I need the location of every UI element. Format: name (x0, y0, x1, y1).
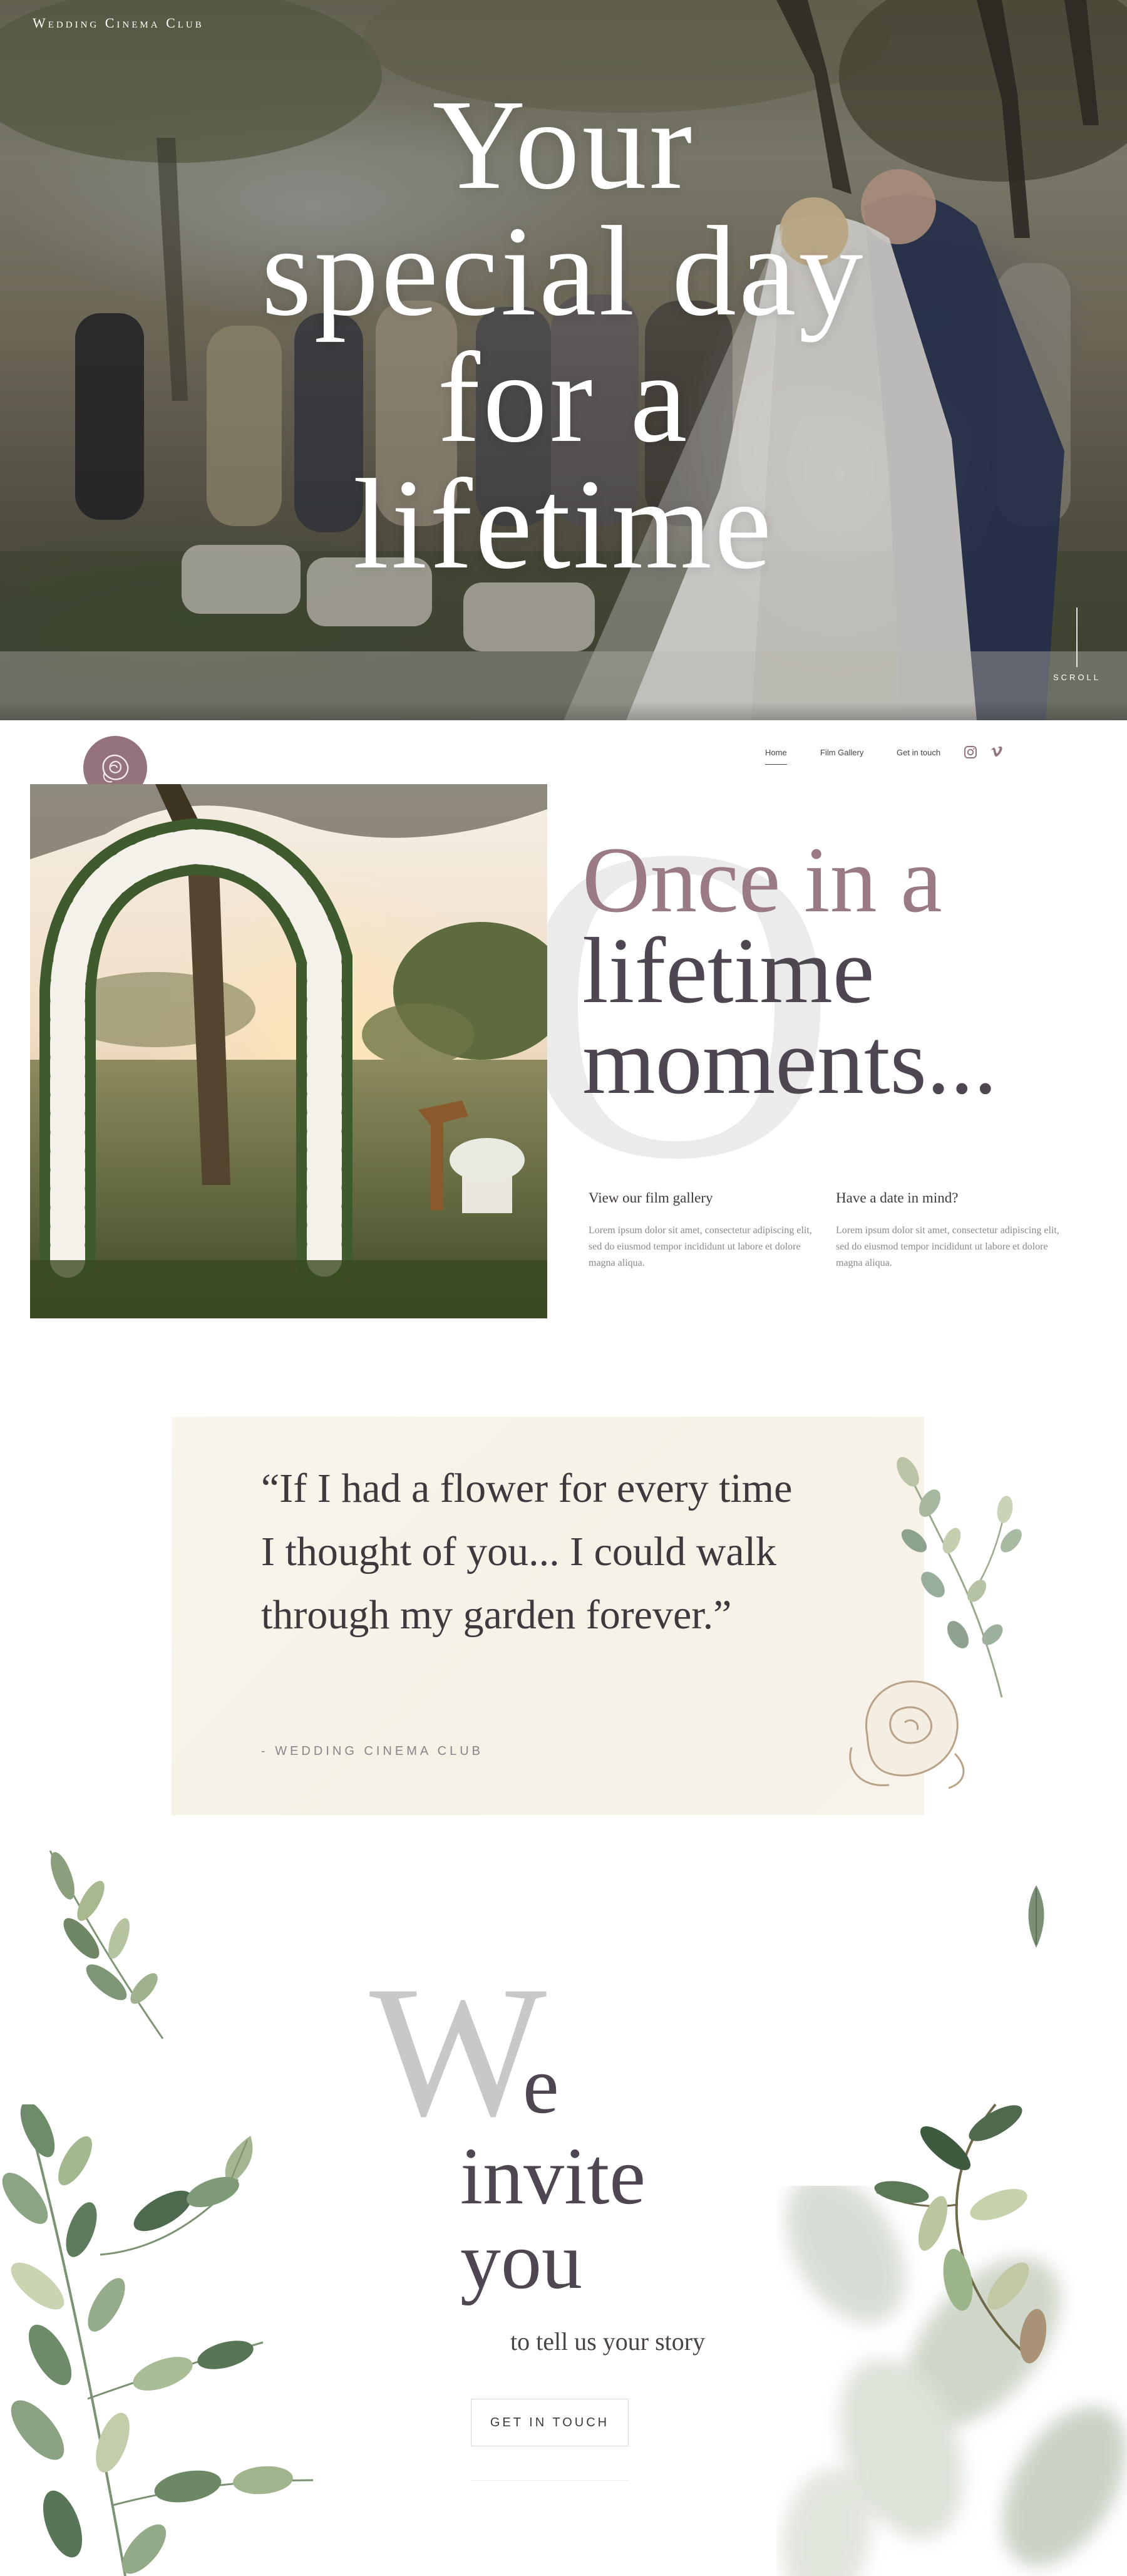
vimeo-icon[interactable] (989, 745, 1004, 760)
eucalyptus-branch-icon (2, 2104, 314, 2576)
invite-decorative-letter: W (369, 1947, 547, 2155)
hero-title-line: special day (261, 199, 866, 343)
flower-arch-photo (30, 784, 547, 1318)
hero-section: Wedding Cinema Club Your special day for… (0, 0, 1127, 720)
quote-text: “If I had a flower for every time I thou… (261, 1466, 793, 1638)
small-leaf-icon (1028, 1885, 1044, 1948)
film-gallery-description: Lorem ipsum dolor sit amet, consectetur … (589, 1225, 812, 1268)
hero-title-line: lifetime (353, 452, 774, 596)
scroll-indicator-line (1076, 608, 1078, 667)
site-logo[interactable]: Wedding Cinema Club (33, 15, 204, 31)
instagram-icon[interactable] (963, 745, 978, 760)
invite-subtitle: to tell us your story (510, 2327, 706, 2356)
invite-heading-e: e (523, 2041, 559, 2131)
get-in-touch-button[interactable]: GET IN TOUCH (471, 2399, 629, 2446)
film-gallery-link[interactable]: View our film gallery (589, 1190, 713, 1206)
invite-heading-line-2: invite (460, 2131, 646, 2222)
scroll-label[interactable]: SCROLL (1053, 673, 1101, 682)
intro-heading-line-2: lifetime (582, 919, 875, 1023)
hero-bottom-fade (0, 701, 1127, 720)
invite-heading-line-3: you (460, 2216, 582, 2306)
rose-icon (102, 754, 129, 783)
hero-title: Your special day for a lifetime (150, 73, 977, 596)
intro-heading-line-3: moments... (582, 1010, 997, 1114)
quote-attribution: - WEDDING CINEMA CLUB (261, 1744, 484, 1758)
date-in-mind-description: Lorem ipsum dolor sit amet, consectetur … (836, 1225, 1059, 1268)
date-in-mind-link[interactable]: Have a date in mind? (836, 1190, 958, 1206)
button-divider (471, 2480, 629, 2481)
olive-branch-icon (874, 2103, 1047, 2364)
rose-sketch-icon (849, 1680, 965, 1789)
hero-title-line: Your (432, 73, 695, 216)
eucalyptus-leaf-icon (49, 1850, 164, 2039)
nav-item-get-in-touch[interactable]: Get in touch (897, 748, 940, 757)
hero-title-line: for a (437, 326, 690, 469)
intro-heading-line-1: Once in a (582, 828, 942, 932)
